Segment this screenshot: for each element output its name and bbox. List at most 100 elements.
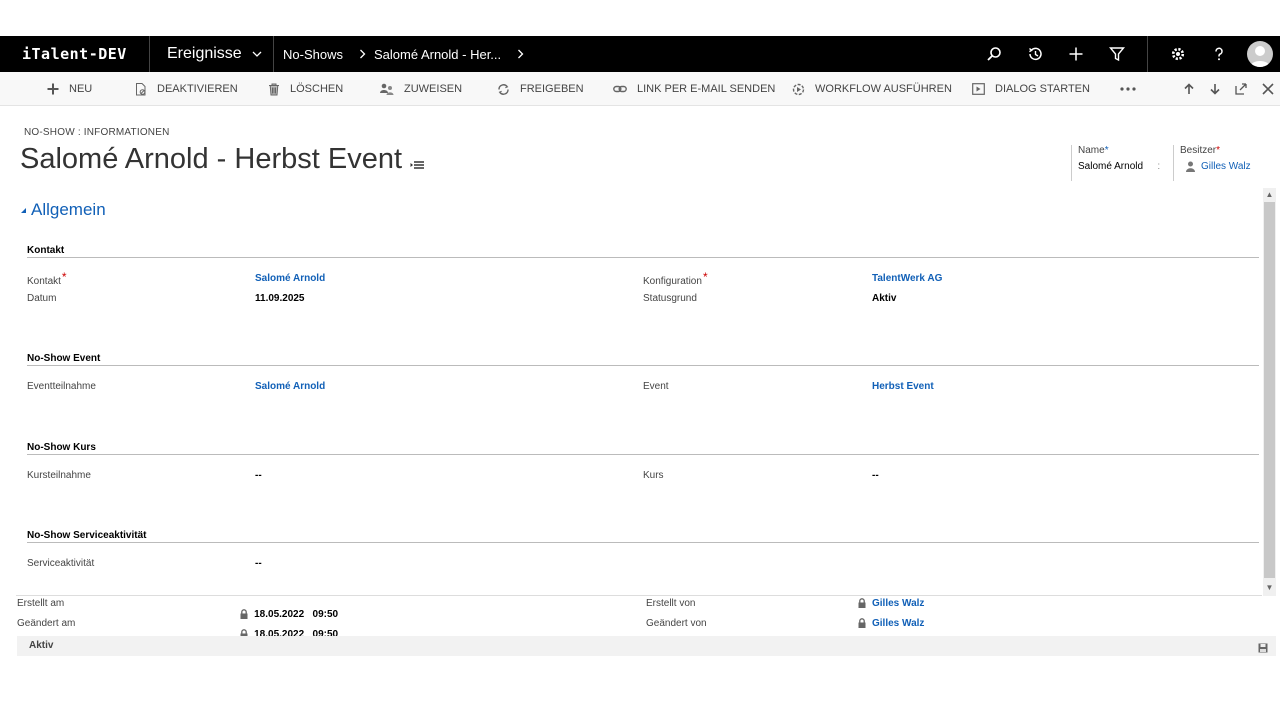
field-value-konfiguration[interactable]: TalentWerk AG [872,273,942,284]
section-toggle-allgemein[interactable]: Allgemein [20,200,106,220]
divider [1147,36,1148,72]
header-field-owner[interactable]: Besitzer* Gilles Walz [1173,145,1263,181]
more-commands-button[interactable] [1120,72,1136,106]
breadcrumb-item-record[interactable]: Salomé Arnold - Her... [374,47,509,62]
share-icon [498,83,509,95]
chevron-down-icon [252,45,262,63]
app-root: iTalent-DEV Ereignisse No-Shows Salomé A… [0,0,1280,720]
top-navigation-bar: iTalent-DEV Ereignisse No-Shows Salomé A… [0,36,1280,72]
record-type-label: NO-SHOW : INFORMATIONEN [24,127,170,138]
trash-icon [269,83,279,95]
history-icon[interactable] [1014,36,1055,72]
assign-button-label: ZUWEISEN [404,83,463,95]
field-label-kursteilnahme: Kursteilnahme [27,470,91,481]
breadcrumb-item-no-shows[interactable]: No-Shows [283,47,351,62]
field-label-datum: Datum [27,293,57,304]
scroll-down-icon[interactable]: ▼ [1264,582,1275,594]
record-title: Salomé Arnold - Herbst Event [20,143,403,175]
avatar [1246,41,1273,67]
link-icon [613,85,627,93]
field-value-kurs[interactable]: -- [872,470,879,481]
breadcrumb: No-Shows Salomé Arnold - Her... [274,36,532,72]
start-dialog-button[interactable]: DIALOG STARTEN [972,72,1090,106]
close-icon[interactable] [1258,80,1278,98]
field-label-geaendert-von: Geändert von [646,618,707,629]
field-label-kontakt: Kontakt* [27,270,67,287]
deactivate-button[interactable]: DEAKTIVIEREN [135,72,238,106]
field-value-eventteilnahme[interactable]: Salomé Arnold [255,381,325,392]
field-value-geaendert-von[interactable]: Gilles Walz [858,618,924,629]
nav-actions [973,36,1280,72]
search-icon[interactable] [973,36,1014,72]
field-value-kontakt[interactable]: Salomé Arnold [255,273,325,284]
share-button-label: FREIGEBEN [520,83,584,95]
header-field-name[interactable]: Name* Salomé Arnold : [1071,145,1167,181]
workflow-icon [792,83,805,95]
user-menu-button[interactable] [1239,36,1280,72]
collapse-triangle-icon [21,207,26,213]
record-status: Aktiv [29,640,54,651]
group-divider [27,454,1259,455]
email-link-button-label: LINK PER E-MAIL SENDEN [637,83,776,95]
group-title-kurs: No-Show Kurs [27,442,96,453]
field-label-konfiguration: Konfiguration* [643,270,708,287]
field-value-serviceaktivitaet[interactable]: -- [255,558,262,569]
command-bar: NEU DEAKTIVIEREN LÖSCHEN ZUWEISEN FREIGE… [0,72,1280,106]
header-name-label: Name* [1078,145,1109,156]
group-title-service: No-Show Serviceaktivität [27,530,147,541]
header-owner-label: Besitzer* [1180,145,1221,156]
area-selector[interactable]: Ereignisse [150,36,274,72]
field-value-datum[interactable]: 11.09.2025 [255,293,305,304]
lock-icon [858,618,866,629]
new-button[interactable]: NEU [47,72,92,106]
dialog-icon [972,83,985,95]
field-label-erstellt-von: Erstellt von [646,598,696,609]
delete-button[interactable]: LÖSCHEN [268,72,343,106]
field-value-kursteilnahme[interactable]: -- [255,470,262,481]
gear-icon[interactable] [1157,36,1198,72]
form-selector-icon[interactable] [410,146,425,179]
email-link-button[interactable]: LINK PER E-MAIL SENDEN [613,72,775,106]
lock-icon [858,598,866,609]
group-divider [27,257,1259,258]
filter-icon[interactable] [1096,36,1137,72]
group-divider [27,542,1259,543]
user-icon [1186,161,1195,172]
arrow-down-icon[interactable] [1205,80,1225,98]
scroll-up-icon[interactable]: ▲ [1264,189,1275,201]
chevron-right-icon[interactable] [509,47,532,62]
popout-icon[interactable] [1231,80,1251,98]
field-label-erstellt-am: Erstellt am [17,598,65,609]
chevron-right-icon[interactable] [351,47,374,62]
run-workflow-button-label: WORKFLOW AUSFÜHREN [815,83,952,95]
run-workflow-button[interactable]: WORKFLOW AUSFÜHREN [792,72,952,106]
field-value-event[interactable]: Herbst Event [872,381,934,392]
header-name-value: Salomé Arnold : [1078,161,1161,172]
group-divider [27,365,1259,366]
arrow-up-icon[interactable] [1179,80,1199,98]
plus-icon [47,83,59,95]
field-label-geaendert-am: Geändert am [17,618,76,629]
new-button-label: NEU [69,83,93,95]
field-value-erstellt-von[interactable]: Gilles Walz [858,598,924,609]
scrollbar-thumb[interactable] [1264,202,1275,578]
more-icon [1120,87,1136,91]
footer-divider [16,595,1262,596]
start-dialog-button-label: DIALOG STARTEN [995,83,1090,95]
page-title: Salomé Arnold - Herbst Event [20,140,425,179]
area-label: Ereignisse [167,45,242,62]
field-label-serviceaktivitaet: Serviceaktivität [27,558,95,569]
save-icon[interactable] [1258,640,1270,653]
deactivate-icon [136,82,146,95]
field-value-statusgrund[interactable]: Aktiv [872,293,896,304]
plus-icon[interactable] [1055,36,1096,72]
delete-button-label: LÖSCHEN [290,83,344,95]
field-label-statusgrund: Statusgrund [643,293,697,304]
field-label-eventteilnahme: Eventteilnahme [27,381,96,392]
field-label-event: Event [643,381,669,392]
section-title: Allgemein [31,200,106,219]
app-name[interactable]: iTalent-DEV [0,36,150,72]
share-button[interactable]: FREIGEBEN [497,72,584,106]
help-icon[interactable] [1198,36,1239,72]
assign-button[interactable]: ZUWEISEN [380,72,462,106]
